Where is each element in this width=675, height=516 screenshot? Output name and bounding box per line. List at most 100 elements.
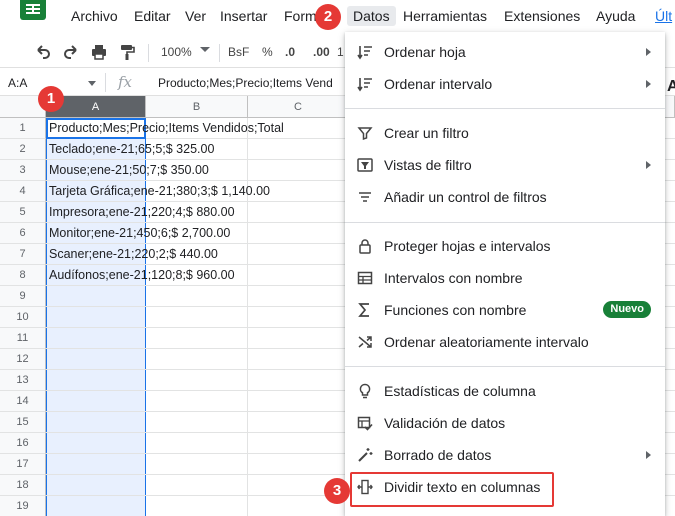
row-header[interactable]: 14 bbox=[0, 391, 46, 412]
row-header[interactable]: 18 bbox=[0, 475, 46, 496]
row-header[interactable]: 1 bbox=[0, 118, 46, 139]
menu-item-borrado-datos[interactable]: Borrado de datos bbox=[345, 439, 665, 471]
number-format-button[interactable]: 1 bbox=[337, 45, 344, 59]
menu-item-label: Intervalos con nombre bbox=[384, 270, 523, 286]
menu-item-label: Estadísticas de columna bbox=[384, 383, 536, 399]
datos-menu: Ordenar hoja Ordenar intervalo Crear un … bbox=[345, 32, 665, 516]
row-header[interactable]: 13 bbox=[0, 370, 46, 391]
menu-insertar[interactable]: Insertar bbox=[220, 8, 267, 24]
menu-item-intervalos-nombre[interactable]: Intervalos con nombre bbox=[345, 262, 665, 294]
percent-format-button[interactable]: % bbox=[262, 45, 273, 59]
name-box[interactable]: A:A bbox=[8, 76, 27, 90]
row-header[interactable]: 3 bbox=[0, 160, 46, 181]
sigma-icon bbox=[357, 302, 373, 318]
slicer-icon bbox=[357, 189, 373, 205]
menu-item-ordenar-hoja[interactable]: Ordenar hoja bbox=[345, 36, 665, 68]
fx-icon: fx bbox=[118, 73, 133, 91]
menu-divider bbox=[345, 222, 665, 223]
row-header[interactable]: 7 bbox=[0, 244, 46, 265]
magic-wand-icon bbox=[357, 447, 373, 463]
decrease-decimals-button[interactable]: .0 bbox=[285, 45, 295, 59]
step-badge-2: 2 bbox=[315, 4, 341, 30]
formula-input[interactable]: Producto;Mes;Precio;Items Vend bbox=[158, 76, 333, 90]
chevron-down-icon[interactable] bbox=[200, 47, 210, 53]
cell-a1[interactable]: Producto;Mes;Precio;Items Vendidos;Total bbox=[49, 118, 284, 139]
menu-herramientas[interactable]: Herramientas bbox=[403, 8, 487, 24]
shuffle-icon bbox=[357, 334, 373, 350]
step-badge-3: 3 bbox=[324, 478, 350, 504]
highlight-box bbox=[350, 472, 554, 507]
sort-icon bbox=[357, 76, 373, 92]
cell-a7[interactable]: Scaner;ene-21;220;2;$ 440.00 bbox=[49, 244, 218, 265]
name-box-chevron-icon[interactable] bbox=[88, 81, 96, 86]
toolbar-divider bbox=[219, 44, 220, 62]
cell-a3[interactable]: Mouse;ene-21;50;7;$ 350.00 bbox=[49, 160, 209, 181]
cell-a4[interactable]: Tarjeta Gráfica;ene-21;380;3;$ 1,140.00 bbox=[49, 181, 270, 202]
row-header[interactable]: 4 bbox=[0, 181, 46, 202]
menu-item-validacion[interactable]: Validación de datos bbox=[345, 407, 665, 439]
named-ranges-icon bbox=[357, 270, 373, 286]
row-header[interactable]: 10 bbox=[0, 307, 46, 328]
row-header[interactable]: 5 bbox=[0, 202, 46, 223]
data-validation-icon bbox=[357, 415, 373, 431]
row-header[interactable]: 6 bbox=[0, 223, 46, 244]
cell-a2[interactable]: Teclado;ene-21;65;5;$ 325.00 bbox=[49, 139, 214, 160]
filter-icon bbox=[357, 125, 373, 141]
menu-item-label: Ordenar hoja bbox=[384, 44, 466, 60]
menu-item-control-filtros[interactable]: Añadir un control de filtros bbox=[345, 181, 665, 213]
row-header[interactable]: 15 bbox=[0, 412, 46, 433]
increase-decimals-button[interactable]: .00 bbox=[313, 45, 330, 59]
menu-item-proteger[interactable]: Proteger hojas e intervalos bbox=[345, 230, 665, 262]
menu-divider bbox=[345, 366, 665, 367]
menu-ayuda[interactable]: Ayuda bbox=[596, 8, 635, 24]
zoom-select[interactable]: 100% bbox=[161, 45, 192, 59]
step-badge-1: 1 bbox=[38, 86, 64, 112]
row-header[interactable]: 12 bbox=[0, 349, 46, 370]
row-header[interactable]: 19 bbox=[0, 496, 46, 516]
row-header[interactable]: 8 bbox=[0, 265, 46, 286]
menu-item-label: Crear un filtro bbox=[384, 125, 469, 141]
undo-icon[interactable] bbox=[34, 43, 52, 61]
menu-divider bbox=[345, 108, 665, 109]
menu-item-label: Funciones con nombre bbox=[384, 302, 527, 318]
row-header[interactable]: 2 bbox=[0, 139, 46, 160]
column-header-c[interactable]: C bbox=[248, 96, 349, 118]
row-header[interactable]: 17 bbox=[0, 454, 46, 475]
sort-icon bbox=[357, 44, 373, 60]
submenu-arrow-icon bbox=[646, 80, 651, 88]
row-header[interactable]: 9 bbox=[0, 286, 46, 307]
menu-item-crear-filtro[interactable]: Crear un filtro bbox=[345, 117, 665, 149]
menu-item-label: Proteger hojas e intervalos bbox=[384, 238, 551, 254]
column-gridline bbox=[247, 118, 248, 516]
menu-formato[interactable]: Form bbox=[284, 8, 317, 24]
menu-last-edit[interactable]: Últ bbox=[655, 8, 672, 24]
redo-icon[interactable] bbox=[62, 43, 80, 61]
cell-a6[interactable]: Monitor;ene-21;450;6;$ 2,700.00 bbox=[49, 223, 230, 244]
print-icon[interactable] bbox=[90, 43, 108, 61]
currency-format-button[interactable]: BsF bbox=[228, 45, 249, 59]
row-header[interactable]: 11 bbox=[0, 328, 46, 349]
menu-editar[interactable]: Editar bbox=[134, 8, 171, 24]
sheets-logo-icon[interactable] bbox=[20, 0, 46, 20]
menu-item-ordenar-aleatorio[interactable]: Ordenar aleatoriamente intervalo bbox=[345, 326, 665, 358]
menu-item-label: Ordenar intervalo bbox=[384, 76, 493, 92]
menu-item-vistas-filtro[interactable]: Vistas de filtro bbox=[345, 149, 665, 181]
menu-item-estadisticas[interactable]: Estadísticas de columna bbox=[345, 375, 665, 407]
menu-datos[interactable]: Datos bbox=[347, 6, 396, 26]
column-header-b[interactable]: B bbox=[146, 96, 248, 118]
menu-item-label: Validación de datos bbox=[384, 415, 506, 431]
cell-a8[interactable]: Audífonos;ene-21;120;8;$ 960.00 bbox=[49, 265, 235, 286]
new-badge: Nuevo bbox=[603, 301, 651, 318]
menu-item-ordenar-intervalo[interactable]: Ordenar intervalo bbox=[345, 68, 665, 100]
menu-archivo[interactable]: Archivo bbox=[71, 8, 118, 24]
row-header[interactable]: 16 bbox=[0, 433, 46, 454]
menu-ver[interactable]: Ver bbox=[185, 8, 206, 24]
menu-extensiones[interactable]: Extensiones bbox=[504, 8, 580, 24]
menu-item-label: Borrado de datos bbox=[384, 447, 492, 463]
cell-a5[interactable]: Impresora;ene-21;220;4;$ 880.00 bbox=[49, 202, 235, 223]
filter-views-icon bbox=[357, 157, 373, 173]
paint-format-icon[interactable] bbox=[118, 43, 136, 61]
submenu-arrow-icon bbox=[646, 48, 651, 56]
menu-item-funciones-nombre[interactable]: Funciones con nombre Nuevo bbox=[345, 294, 665, 326]
menu-item-label: Vistas de filtro bbox=[384, 157, 472, 173]
